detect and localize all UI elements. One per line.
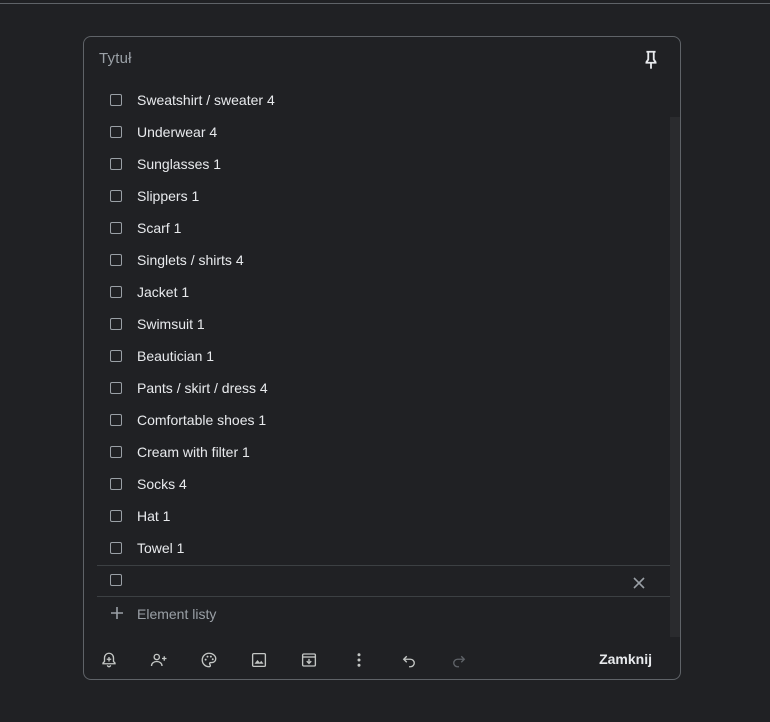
- note-editor: Tytuł Sweatshirt / sweater 4 Underwear 4…: [83, 36, 681, 680]
- divider: [97, 596, 670, 597]
- item-label[interactable]: Comfortable shoes 1: [137, 412, 266, 428]
- bell-plus-icon[interactable]: [100, 651, 118, 669]
- plus-icon: [111, 607, 123, 619]
- item-label[interactable]: Beautician 1: [137, 348, 214, 364]
- item-label[interactable]: Hat 1: [137, 508, 170, 524]
- item-label[interactable]: Scarf 1: [137, 220, 181, 236]
- list-item: Socks 4: [84, 469, 670, 501]
- list-item: Singlets / shirts 4: [84, 245, 670, 277]
- item-checkbox[interactable]: [110, 158, 122, 170]
- list-item: Sweatshirt / sweater 4: [84, 85, 670, 117]
- list-item: Underwear 4: [84, 117, 670, 149]
- add-list-item-label: Element listy: [137, 606, 217, 622]
- list-item: Pants / skirt / dress 4: [84, 373, 670, 405]
- item-checkbox[interactable]: [110, 446, 122, 458]
- item-checkbox[interactable]: [110, 126, 122, 138]
- item-checkbox[interactable]: [110, 478, 122, 490]
- item-checkbox[interactable]: [110, 510, 122, 522]
- item-checkbox[interactable]: [110, 254, 122, 266]
- divider: [97, 565, 670, 566]
- list-item: Beautician 1: [84, 341, 670, 373]
- image-icon[interactable]: [250, 651, 268, 669]
- title-input[interactable]: Tytuł: [99, 50, 132, 67]
- item-label[interactable]: Underwear 4: [137, 124, 217, 140]
- item-label[interactable]: Jacket 1: [137, 284, 189, 300]
- item-checkbox[interactable]: [110, 94, 122, 106]
- item-label[interactable]: Sweatshirt / sweater 4: [137, 92, 275, 108]
- item-label[interactable]: Slippers 1: [137, 188, 199, 204]
- item-checkbox[interactable]: [110, 382, 122, 394]
- list-item: Jacket 1: [84, 277, 670, 309]
- new-list-item: [84, 567, 670, 597]
- list-item: Cream with filter 1: [84, 437, 670, 469]
- list-item: Comfortable shoes 1: [84, 405, 670, 437]
- item-checkbox[interactable]: [110, 286, 122, 298]
- list-item: Swimsuit 1: [84, 309, 670, 341]
- item-checkbox[interactable]: [110, 318, 122, 330]
- item-label[interactable]: Sunglasses 1: [137, 156, 221, 172]
- scrollbar[interactable]: [670, 117, 680, 637]
- undo-icon[interactable]: [400, 651, 418, 669]
- item-label[interactable]: Cream with filter 1: [137, 444, 250, 460]
- list-item: Hat 1: [84, 501, 670, 533]
- list-item: Towel 1: [84, 533, 670, 565]
- note-toolbar: Zamknij: [84, 641, 680, 679]
- item-checkbox[interactable]: [110, 190, 122, 202]
- item-label[interactable]: Socks 4: [137, 476, 187, 492]
- more-vert-icon[interactable]: [350, 651, 368, 669]
- new-item-checkbox[interactable]: [110, 574, 122, 586]
- add-list-item-row[interactable]: Element listy: [84, 599, 670, 629]
- title-row: Tytuł: [84, 37, 680, 81]
- pin-icon[interactable]: [640, 49, 662, 71]
- item-checkbox[interactable]: [110, 222, 122, 234]
- palette-icon[interactable]: [200, 651, 218, 669]
- archive-icon[interactable]: [300, 651, 318, 669]
- close-icon[interactable]: [632, 576, 646, 590]
- item-checkbox[interactable]: [110, 350, 122, 362]
- list-item: Slippers 1: [84, 181, 670, 213]
- redo-icon[interactable]: [450, 651, 468, 669]
- item-label[interactable]: Swimsuit 1: [137, 316, 205, 332]
- item-label[interactable]: Singlets / shirts 4: [137, 252, 244, 268]
- item-checkbox[interactable]: [110, 414, 122, 426]
- close-button[interactable]: Zamknij: [599, 651, 652, 667]
- list-item: Sunglasses 1: [84, 149, 670, 181]
- item-label[interactable]: Pants / skirt / dress 4: [137, 380, 268, 396]
- person-add-icon[interactable]: [150, 651, 168, 669]
- window-top-border: [0, 3, 770, 4]
- item-checkbox[interactable]: [110, 542, 122, 554]
- item-label[interactable]: Towel 1: [137, 540, 184, 556]
- list-item: Scarf 1: [84, 213, 670, 245]
